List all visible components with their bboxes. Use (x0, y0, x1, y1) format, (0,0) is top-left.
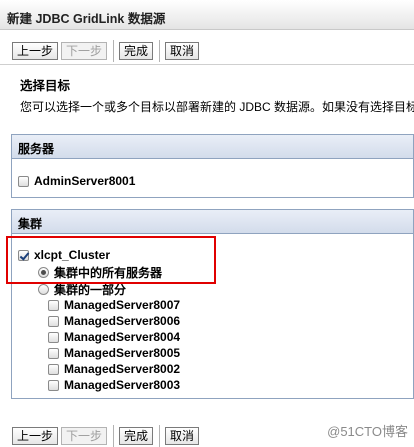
next-button-bottom[interactable]: 下一步 (61, 427, 108, 445)
top-toolbar: 上一步 下一步 完成 取消 (12, 40, 202, 62)
cancel-button[interactable]: 取消 (165, 42, 200, 60)
member-option-managedserver8002[interactable]: ManagedServer8002 (48, 362, 180, 376)
clusters-header: 集群 (12, 210, 413, 234)
watermark: @51CTO博客 (327, 421, 408, 440)
member-checkbox[interactable] (48, 299, 59, 311)
toolbar-separator (113, 40, 115, 62)
section-description: 您可以选择一个或多个目标以部署新建的 JDBC 数据源。如果没有选择目标 (20, 100, 414, 114)
next-button[interactable]: 下一步 (61, 42, 108, 60)
member-checkbox[interactable] (48, 363, 59, 375)
bottom-toolbar: 上一步 下一步 完成 取消 (12, 425, 202, 447)
member-checkbox[interactable] (48, 347, 59, 359)
toolbar-separator (159, 40, 161, 62)
window-title: 新建 JDBC GridLink 数据源 (0, 0, 414, 30)
member-label: ManagedServer8007 (64, 298, 181, 312)
finish-button-bottom[interactable]: 完成 (119, 427, 154, 445)
section-title: 选择目标 (20, 79, 71, 93)
part-of-cluster-radio[interactable] (38, 284, 49, 295)
prev-button-bottom[interactable]: 上一步 (12, 427, 59, 445)
prev-button[interactable]: 上一步 (12, 42, 59, 60)
member-label: ManagedServer8003 (64, 378, 181, 392)
highlight-box (6, 236, 216, 284)
member-checkbox[interactable] (48, 315, 59, 327)
toolbar-separator (113, 425, 115, 447)
server-label: AdminServer8001 (34, 174, 136, 188)
toolbar-separator (159, 425, 161, 447)
member-label: ManagedServer8006 (64, 314, 181, 328)
divider (0, 64, 414, 65)
member-checkbox[interactable] (48, 331, 59, 343)
servers-header: 服务器 (12, 135, 413, 159)
server-option-adminserver8001[interactable]: AdminServer8001 (18, 174, 135, 188)
member-label: ManagedServer8004 (64, 330, 181, 344)
watermark-text: @51CTO博客 (327, 424, 408, 439)
cancel-button-bottom[interactable]: 取消 (165, 427, 200, 445)
member-option-managedserver8004[interactable]: ManagedServer8004 (48, 330, 180, 344)
member-option-managedserver8007[interactable]: ManagedServer8007 (48, 298, 180, 312)
member-option-managedserver8005[interactable]: ManagedServer8005 (48, 346, 180, 360)
member-label: ManagedServer8002 (64, 362, 181, 376)
finish-button[interactable]: 完成 (119, 42, 154, 60)
member-option-managedserver8006[interactable]: ManagedServer8006 (48, 314, 180, 328)
member-label: ManagedServer8005 (64, 346, 181, 360)
server-checkbox[interactable] (18, 175, 29, 187)
member-checkbox[interactable] (48, 379, 59, 391)
member-option-managedserver8003[interactable]: ManagedServer8003 (48, 378, 180, 392)
servers-panel: 服务器 (11, 134, 414, 198)
